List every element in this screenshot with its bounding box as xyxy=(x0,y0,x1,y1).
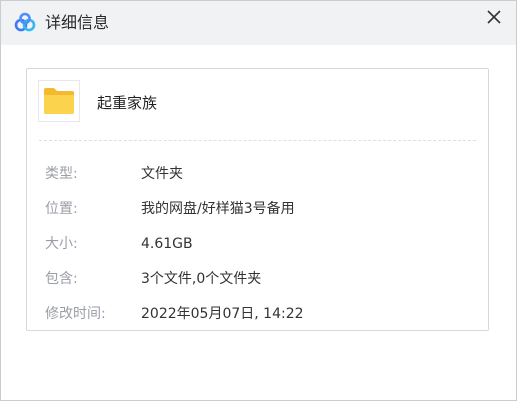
detail-value: 文件夹 xyxy=(141,166,183,182)
folder-thumbnail xyxy=(38,80,80,122)
detail-value: 我的网盘/好样猫3号备用 xyxy=(141,201,295,217)
detail-label: 包含: xyxy=(45,271,78,287)
detail-value: 2022年05月07日, 14:22 xyxy=(141,306,304,322)
details-dialog: 详细信息 起重家族 类型: 文件夹 位置: 我的网盘/好样猫3号备用 大小: 4… xyxy=(0,0,517,401)
dialog-title: 详细信息 xyxy=(45,13,110,32)
detail-label: 修改时间: xyxy=(45,306,106,322)
details-card: 起重家族 类型: 文件夹 位置: 我的网盘/好样猫3号备用 大小: 4.61GB… xyxy=(26,68,489,331)
detail-label: 大小: xyxy=(45,236,78,252)
folder-name: 起重家族 xyxy=(97,94,158,112)
title-bar[interactable]: 详细信息 xyxy=(1,1,516,45)
detail-value: 3个文件,0个文件夹 xyxy=(141,271,262,287)
baidu-netdisk-logo-icon xyxy=(13,11,37,35)
detail-label: 位置: xyxy=(45,201,78,217)
close-button[interactable] xyxy=(482,5,506,29)
folder-icon xyxy=(44,88,74,114)
detail-value: 4.61GB xyxy=(141,236,193,252)
close-icon xyxy=(487,10,501,24)
detail-label: 类型: xyxy=(45,166,78,182)
divider xyxy=(39,140,476,141)
